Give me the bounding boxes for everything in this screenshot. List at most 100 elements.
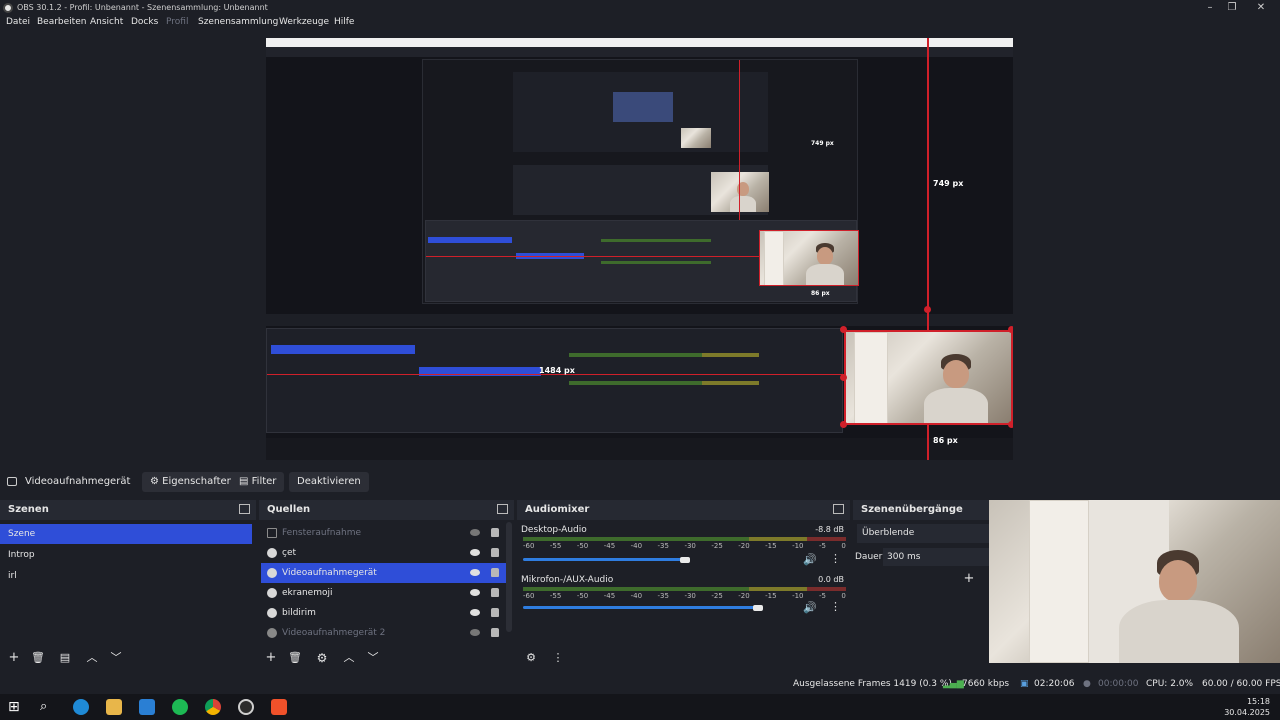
volume-slider[interactable] (523, 606, 758, 609)
preview-canvas[interactable]: 749 px 86 px 1484 px 749 px 86 px (266, 38, 1013, 460)
chrome-icon[interactable] (205, 699, 221, 715)
add-scene-button[interactable]: + (5, 649, 23, 667)
nested-menubar (266, 47, 1013, 57)
spotify-icon[interactable] (172, 699, 188, 715)
browser-source-icon (267, 608, 277, 618)
scenes-dock: Szenen Szene Introp irl + 🗑 ▤ ︿ ﹀ (0, 500, 256, 674)
source-item[interactable]: ekranemoji (259, 583, 514, 603)
menu-hilfe[interactable]: Hilfe (334, 17, 354, 27)
menu-docks[interactable]: Docks (131, 17, 158, 27)
speaker-icon[interactable]: 🔊 (803, 553, 817, 566)
audio-settings-gear-icon[interactable]: ⚙ (522, 649, 540, 667)
kebab-menu-icon[interactable]: ⋮ (830, 552, 841, 565)
visibility-icon[interactable] (470, 629, 480, 636)
nested-titlebar (266, 38, 1013, 47)
audiomixer-header: Audiomixer (517, 500, 850, 520)
scene-item[interactable]: Introp (0, 545, 256, 565)
dock-float-icon[interactable] (239, 504, 250, 514)
menu-ansicht[interactable]: Ansicht (90, 17, 123, 27)
move-up-button[interactable]: ︿ (83, 649, 101, 667)
webcam-source-selected[interactable] (844, 330, 1013, 425)
dropped-frames: Ausgelassene Frames 1419 (0.3 %) (793, 679, 952, 689)
obs-logo-icon (3, 3, 13, 13)
scene-item[interactable]: irl (0, 566, 256, 586)
speaker-icon[interactable]: 🔊 (803, 601, 817, 614)
move-down-button[interactable]: ﹀ (107, 649, 125, 667)
add-source-button[interactable]: + (262, 649, 280, 667)
file-explorer-icon[interactable] (106, 699, 122, 715)
source-item[interactable]: bildirim (259, 603, 514, 623)
scene-filter-button[interactable]: ▤ (56, 649, 74, 667)
resize-handle-bl[interactable] (840, 421, 847, 428)
sources-scrollbar[interactable] (506, 522, 512, 632)
source-item[interactable]: Videoaufnahmegerät (261, 563, 506, 583)
maximize-button[interactable]: ❐ (1217, 1, 1247, 15)
menu-szenensammlung[interactable]: Szenensammlung (198, 17, 278, 27)
visibility-icon[interactable] (470, 549, 480, 556)
move-up-button[interactable]: ︿ (340, 649, 358, 667)
audio-menu-icon[interactable]: ⋮ (549, 649, 567, 667)
visibility-icon[interactable] (470, 569, 480, 576)
volume-slider[interactable] (523, 558, 685, 561)
source-item[interactable]: Fensteraufnahme (259, 523, 514, 543)
search-icon[interactable]: ⌕ (40, 699, 56, 715)
menu-werkzeuge[interactable]: Werkzeuge (279, 17, 329, 27)
resize-handle-ml[interactable] (840, 374, 847, 381)
transitions-header: Szenenübergänge (853, 500, 989, 520)
lock-icon[interactable] (491, 528, 499, 537)
source-item[interactable]: çet (259, 543, 514, 563)
lock-icon[interactable] (491, 548, 499, 557)
properties-button[interactable]: ⚙ Eigenschaften (142, 472, 242, 492)
filter-button[interactable]: ▤ Filter (231, 472, 285, 492)
lock-icon[interactable] (491, 608, 499, 617)
add-transition-button[interactable]: + (960, 570, 978, 588)
visibility-icon[interactable] (470, 589, 480, 596)
windows-start-icon[interactable]: ⊞ (8, 699, 24, 715)
dock-float-icon[interactable] (833, 504, 844, 514)
nested-guide-vertical (739, 60, 740, 220)
menu-bearbeiten[interactable]: Bearbeiten (37, 17, 86, 27)
deactivate-button[interactable]: Deaktivieren (289, 472, 369, 492)
transition-select[interactable]: Überblende (857, 524, 989, 543)
brave-icon[interactable] (271, 699, 287, 715)
remove-source-button[interactable]: 🗑 (286, 649, 304, 667)
edge-browser-icon[interactable] (73, 699, 89, 715)
resize-handle-br[interactable] (1008, 421, 1013, 428)
menu-datei[interactable]: Datei (6, 17, 30, 27)
close-button[interactable]: ✕ (1246, 1, 1276, 15)
nested-meter-1 (601, 239, 711, 242)
resize-handle-tl[interactable] (840, 326, 847, 333)
guide-handle-top[interactable] (924, 306, 931, 313)
camera-icon (7, 477, 17, 486)
menu-profil[interactable]: Profil (166, 17, 188, 27)
visibility-icon[interactable] (470, 609, 480, 616)
filter-label: Filter (251, 476, 277, 487)
volume-meter (523, 587, 846, 591)
scene-item[interactable]: Szene (0, 524, 252, 544)
lock-icon[interactable] (491, 568, 499, 577)
source-properties-gear-icon[interactable]: ⚙ (313, 649, 331, 667)
signal-bars-icon: ▂▄▆ (943, 679, 964, 689)
duration-input[interactable]: 300 ms (883, 548, 989, 566)
width-label: 1484 px (539, 366, 575, 375)
volume-slider-handle[interactable] (752, 605, 763, 611)
dock-float-icon[interactable] (497, 504, 508, 514)
lock-icon[interactable] (491, 588, 499, 597)
camera-icon (267, 588, 277, 598)
lock-icon[interactable] (491, 628, 499, 637)
move-down-button[interactable]: ﹀ (364, 649, 382, 667)
source-label: bildirim (282, 608, 316, 618)
meter-ticks: -60 -55 -50 -45 -40 -35 -30 -25 -20 -15 -10 -5 0 (523, 592, 846, 600)
store-icon[interactable] (139, 699, 155, 715)
sources-dock: Quellen Fensteraufnahme çet Videoaufnahm… (259, 500, 514, 674)
kebab-menu-icon[interactable]: ⋮ (830, 600, 841, 613)
obs-taskbar-icon[interactable] (238, 699, 254, 715)
volume-slider-handle[interactable] (680, 557, 690, 563)
sources-title: Quellen (267, 504, 311, 515)
remove-scene-button[interactable]: 🗑 (29, 649, 47, 667)
clock: 15:18 30.04.2025 (1224, 696, 1270, 718)
source-item[interactable]: Videoaufnahmegerät 2 (259, 623, 514, 643)
visibility-icon[interactable] (470, 529, 480, 536)
source-label: ekranemoji (282, 588, 333, 598)
resize-handle-tr[interactable] (1008, 326, 1013, 333)
